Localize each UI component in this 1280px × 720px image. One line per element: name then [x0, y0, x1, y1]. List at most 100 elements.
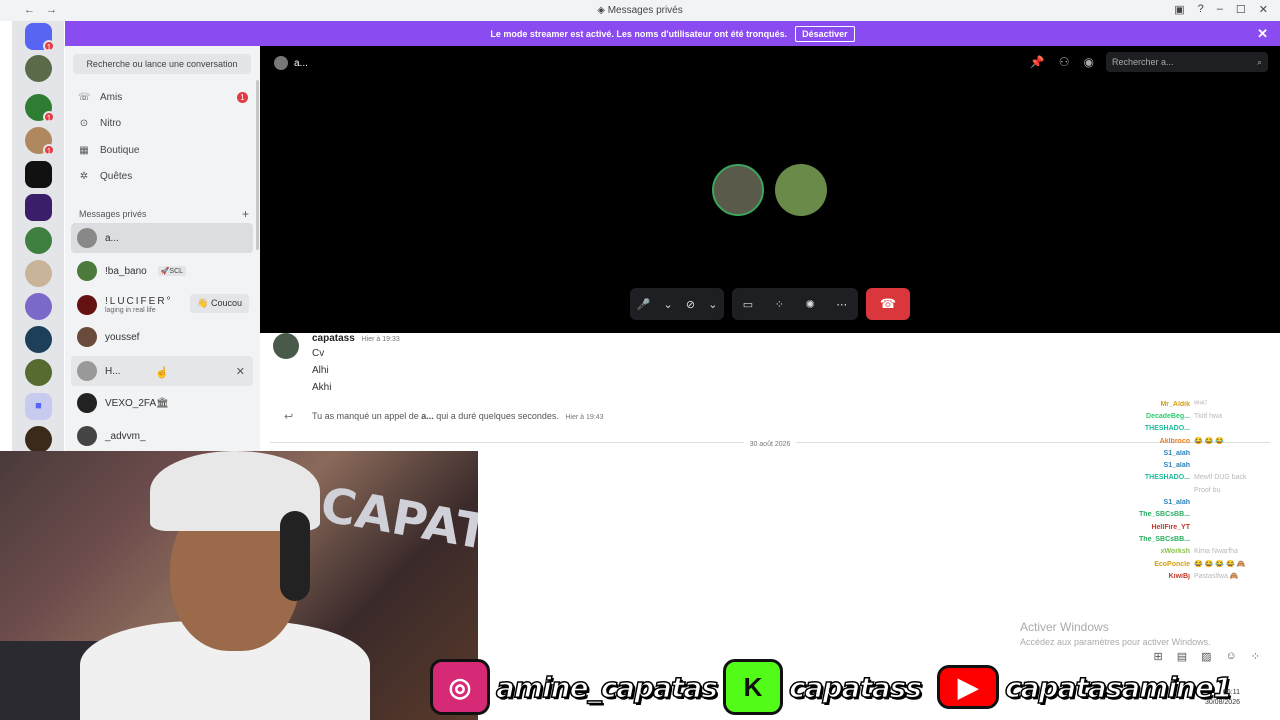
add-friend-icon[interactable]: ⚇	[1059, 55, 1070, 69]
status-icon[interactable]: ◉	[1084, 55, 1094, 69]
chevron-down-icon[interactable]: ⌄	[663, 298, 672, 311]
stream-chat-line: S1_alah	[1163, 462, 1190, 470]
close-button[interactable]: ✕	[1259, 3, 1268, 16]
nav-friends[interactable]: ☏ Amis 1	[73, 85, 253, 109]
taskbar-clock[interactable]: 06:11 30/08/2026	[1205, 688, 1240, 708]
maximize-button[interactable]: ☐	[1236, 3, 1246, 16]
pin-icon[interactable]: 📌	[1030, 55, 1045, 69]
avatar	[274, 56, 288, 70]
participant-avatar[interactable]	[775, 164, 827, 216]
cursor-icon: ☝	[155, 367, 169, 379]
close-dm-icon[interactable]: ✕	[236, 365, 245, 378]
dm-header: Messages privés +	[79, 207, 249, 221]
avatar	[77, 295, 97, 315]
quests-icon: ✲	[79, 170, 89, 182]
help-icon[interactable]: ?	[1198, 3, 1204, 16]
call-header: a...	[274, 56, 308, 70]
server-rail: 1 1 1 ■	[12, 21, 64, 453]
webcam-overlay: CAPAT	[0, 451, 478, 720]
stream-chat-line: DecadeBeg... Tkitf hwa	[1146, 412, 1223, 420]
server-icon[interactable]: 1	[25, 94, 55, 123]
missed-call-icon: ↩	[284, 411, 294, 423]
call-actions: ▭ ⁘ ✺ ⋯	[732, 288, 858, 320]
server-icon[interactable]	[25, 194, 52, 221]
more-icon[interactable]: ⋯	[836, 298, 847, 311]
home-badge: 1	[43, 40, 55, 52]
close-icon[interactable]: ✕	[1257, 26, 1268, 42]
server-icon[interactable]: 1	[25, 127, 55, 156]
missed-call-message: Tu as manqué un appel de a... qui a duré…	[312, 411, 604, 421]
dm-item[interactable]: youssef	[71, 322, 253, 352]
inbox-icon[interactable]: ▣	[1174, 3, 1184, 16]
dm-sidebar: Recherche ou lance une conversation ☏ Am…	[65, 46, 260, 451]
wave-button[interactable]: 👋 Coucou	[190, 294, 249, 313]
windows-activation-watermark: Activer Windows Accédez aux paramètres p…	[1020, 620, 1211, 647]
dm-item[interactable]: VEXO_2FA🏛	[71, 388, 253, 418]
participant-avatar[interactable]	[712, 164, 764, 216]
avatar	[77, 393, 97, 413]
conversation-search[interactable]: Recherche ou lance une conversation	[73, 54, 251, 74]
stream-chat-line: EcoPoncle 😂 😂 😂 😂 🙈	[1154, 560, 1246, 569]
dm-item[interactable]: H... ☝ ✕	[71, 356, 253, 386]
banner-text: Le mode streamer est activé. Les noms d'…	[490, 28, 788, 39]
friends-badge: 1	[237, 91, 248, 103]
dm-item[interactable]: a...	[71, 223, 253, 253]
stream-chat-line: Mr_Aldik ᵂᴴᴬᵀ	[1160, 400, 1208, 408]
message-text: Cv	[312, 348, 325, 359]
stream-chat-line: HellFire_YT	[1151, 523, 1190, 531]
server-icon[interactable]	[25, 326, 52, 353]
title-bar: ← → ◈ Messages privés ▣ ? – ☐ ✕	[0, 0, 1280, 21]
dm-item[interactable]: _advvm_	[71, 421, 253, 451]
message-author: capatass Hier à 19:33	[312, 333, 400, 344]
screen-share-icon[interactable]: ▭	[743, 298, 753, 311]
stream-chat-line: xWorksh Kima Nwarfha	[1160, 548, 1238, 556]
disable-streamer-button[interactable]: Désactiver	[795, 25, 855, 42]
server-icon[interactable]	[25, 260, 52, 287]
nav-nitro[interactable]: ⊙ Nitro	[73, 111, 253, 135]
server-icon[interactable]	[25, 359, 52, 386]
server-icon[interactable]	[25, 227, 52, 254]
microphone-icon[interactable]: 🎤	[637, 298, 651, 311]
server-badge: 1	[43, 111, 55, 123]
activities-icon[interactable]: ⁘	[775, 298, 784, 311]
server-icon[interactable]	[25, 55, 52, 82]
youtube-handle: capatasamine1	[1004, 670, 1233, 705]
nav-quests[interactable]: ✲ Quêtes	[73, 164, 253, 188]
call-search-input[interactable]: Rechercher a... ⌕	[1106, 52, 1268, 72]
kick-icon: K	[722, 659, 783, 715]
folder-icon[interactable]: ■	[25, 393, 52, 420]
stream-chat-overlay: Mr_Aldik ᵂᴴᴬᵀ DecadeBeg... Tkitf hwa THESH…	[1120, 398, 1270, 582]
message-time: Hier à 19:33	[361, 336, 400, 343]
avatar	[77, 261, 97, 281]
avatar	[77, 426, 97, 446]
server-tag: 🚀SCL	[157, 266, 187, 276]
server-icon[interactable]	[25, 161, 52, 188]
social-handles: ◎ amine_capatas K capatass ▶ capatasamin…	[430, 657, 1237, 717]
phone-hangup-icon: ☎	[879, 296, 897, 311]
add-dm-button[interactable]: +	[242, 207, 249, 221]
dm-item[interactable]: !LUCIFER° laging in real life 👋 Coucou	[71, 290, 253, 320]
server-badge: 1	[43, 144, 55, 156]
home-button[interactable]: 1	[25, 23, 55, 52]
instagram-handle: amine_capatas	[495, 670, 718, 705]
chevron-down-icon[interactable]: ⌄	[708, 298, 717, 311]
apps-icon[interactable]: ⁘	[1251, 650, 1260, 663]
sidebar-scrollbar[interactable]	[256, 80, 259, 250]
camera-off-icon[interactable]: ⊘	[686, 298, 695, 311]
dm-status: laging in real life	[105, 307, 156, 314]
stream-chat-line: Aklbroco 😂 😂 😂	[1159, 437, 1225, 446]
soundboard-icon[interactable]: ✺	[805, 298, 814, 311]
server-icon[interactable]	[25, 293, 52, 320]
stream-chat-line: S1_alah	[1163, 449, 1190, 457]
headset-icon	[280, 511, 310, 601]
instagram-icon: ◎	[430, 659, 490, 715]
window-controls: ▣ ? – ☐ ✕	[1174, 3, 1268, 16]
dm-item[interactable]: !ba_bano 🚀SCL	[71, 256, 253, 286]
kick-handle: capatass	[788, 670, 923, 705]
avatar	[77, 327, 97, 347]
call-header-icons: 📌 ⚇ ◉	[1030, 55, 1094, 69]
nav-shop[interactable]: ▦ Boutique	[73, 138, 253, 162]
server-icon[interactable]	[25, 426, 52, 453]
hang-up-button[interactable]: ☎	[866, 288, 910, 320]
minimize-button[interactable]: –	[1217, 3, 1223, 16]
